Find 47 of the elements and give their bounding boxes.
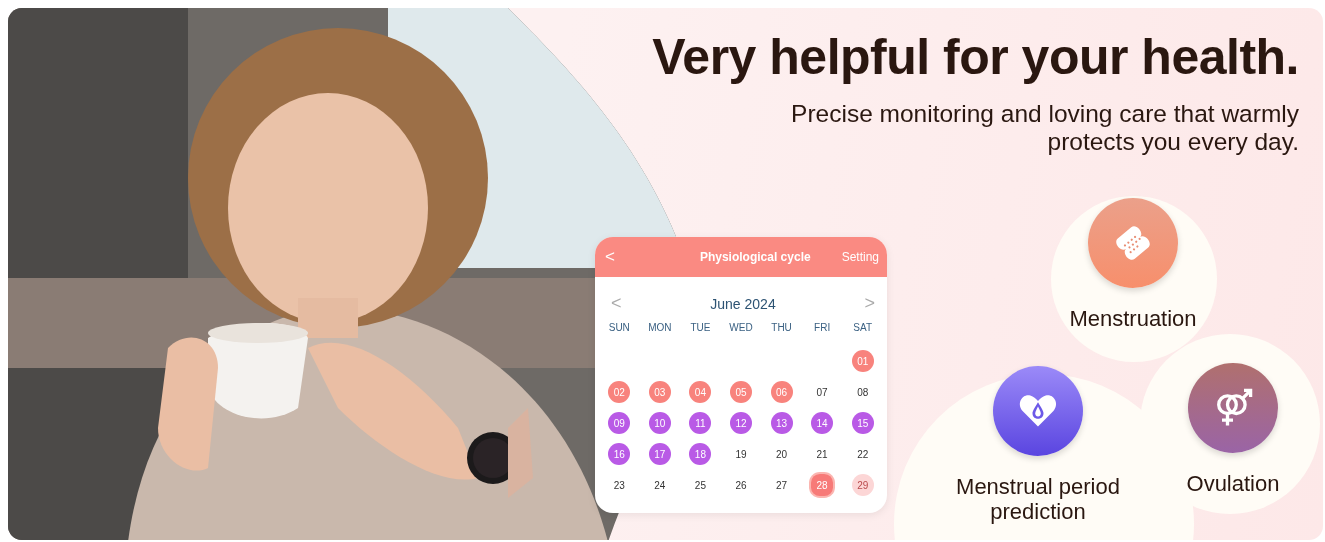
calendar-day[interactable]: 14 [811, 412, 834, 434]
calendar-day[interactable]: 06 [770, 381, 793, 403]
calendar-day[interactable]: 13 [770, 412, 793, 434]
calendar-day[interactable]: 04 [689, 381, 712, 403]
calendar-day[interactable]: 07 [811, 381, 834, 403]
calendar-day[interactable]: 19 [730, 443, 752, 465]
calendar-day[interactable]: 02 [608, 381, 631, 403]
weekday-label: TUE [689, 322, 712, 333]
subtitle: Precise monitoring and loving care that warmly protects you every day. [790, 100, 1299, 156]
calendar-day[interactable]: 17 [648, 443, 671, 465]
calendar-day[interactable]: 20 [770, 443, 793, 465]
calendar-day[interactable]: 18 [689, 443, 712, 465]
calendar-day[interactable]: 21 [811, 443, 834, 465]
screen-title: Physiological cycle [699, 250, 811, 264]
previous-month-button[interactable]: < [611, 293, 622, 314]
calendar-day[interactable]: 09 [608, 412, 631, 434]
calendar-day[interactable]: 05 [730, 381, 752, 403]
weekday-label: WED [728, 322, 754, 333]
next-month-button[interactable]: > [864, 293, 875, 314]
calendar-day[interactable]: 25 [689, 474, 712, 496]
calendar-day[interactable]: 23 [608, 474, 631, 496]
weekday-label: SUN [607, 322, 631, 333]
month-title: June 2024 [710, 295, 776, 312]
weekday-label: MON [647, 322, 673, 333]
calendar-day[interactable]: 27 [770, 474, 793, 496]
calendar-day[interactable]: 29 [851, 474, 874, 496]
calendar-day[interactable]: 24 [648, 474, 671, 496]
calendar-day[interactable]: 10 [648, 412, 671, 434]
calendar-day[interactable]: 15 [851, 412, 874, 434]
calendar-day[interactable]: 03 [648, 381, 671, 403]
calendar-day[interactable]: 26 [730, 474, 752, 496]
headline: Very helpful for your health. [652, 28, 1299, 86]
weekday-label: SAT [852, 322, 874, 333]
feature-label: Menstrual period prediction [955, 474, 1121, 524]
calendar-day[interactable]: 12 [730, 412, 752, 434]
setting-button[interactable]: Setting [841, 250, 879, 264]
back-button[interactable]: < [605, 247, 615, 267]
calendar-day[interactable]: 22 [851, 443, 874, 465]
weekday-label: THU [770, 322, 793, 333]
calendar-day[interactable]: 16 [608, 443, 631, 465]
calendar-day[interactable]: 28 [811, 474, 834, 496]
calendar-day[interactable]: 11 [689, 412, 712, 434]
feature-label: Ovulation [1186, 471, 1280, 496]
weekday-label: FRI [813, 322, 832, 333]
feature-label: Menstruation [1069, 306, 1197, 331]
calendar-day[interactable]: 08 [851, 381, 874, 403]
calendar-day[interactable]: 01 [851, 350, 874, 372]
